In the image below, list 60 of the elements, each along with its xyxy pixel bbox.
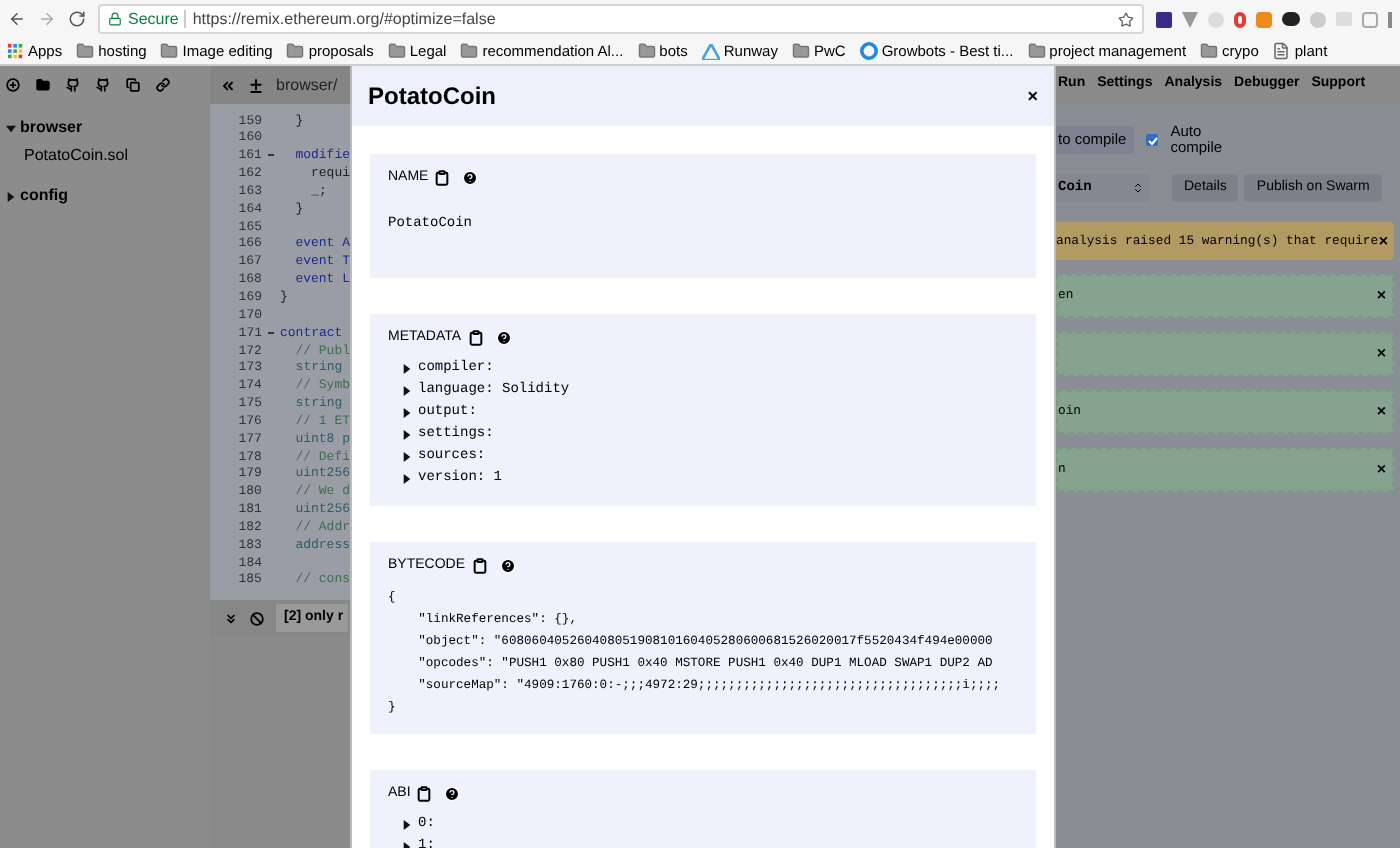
fold-icon[interactable] — [267, 154, 274, 159]
caret-icon[interactable] — [402, 820, 412, 830]
close-button[interactable]: × — [1376, 462, 1386, 478]
close-button[interactable]: × — [1376, 346, 1386, 362]
close-button[interactable]: × — [1376, 404, 1386, 420]
collapse-terminal-icon[interactable] — [224, 611, 238, 625]
editor-tab[interactable]: browser/ — [276, 73, 338, 97]
triangle-icon — [701, 43, 720, 59]
caret-icon[interactable] — [402, 408, 412, 418]
address-bar[interactable]: Secure https://remix.ethereum.org/#optimize=false — [98, 4, 1144, 34]
caret-icon[interactable] — [402, 430, 412, 440]
folder-icon — [160, 42, 179, 60]
folder-label[interactable]: browser — [20, 116, 83, 140]
file-label[interactable]: PotatoCoin.sol — [6, 144, 210, 168]
caret-icon[interactable] — [402, 386, 412, 396]
copy-icon[interactable] — [126, 78, 140, 92]
help-icon[interactable] — [444, 786, 461, 803]
close-button[interactable]: × — [1376, 288, 1386, 304]
folder-icon — [76, 42, 95, 60]
help-icon[interactable] — [462, 170, 479, 187]
auto-compile-checkbox[interactable] — [1146, 134, 1159, 146]
link-icon[interactable] — [156, 78, 170, 92]
folder-label[interactable]: config — [20, 184, 68, 208]
folder-icon — [791, 42, 810, 60]
security-label: Secure — [128, 7, 179, 31]
circle-logo-icon — [859, 42, 878, 60]
caret-icon[interactable] — [402, 452, 412, 462]
copy-icon[interactable] — [434, 170, 451, 187]
add-icon[interactable] — [6, 78, 20, 92]
back-icon[interactable] — [8, 10, 26, 28]
modal-title: PotatoCoin — [368, 80, 496, 114]
page-icon — [1272, 42, 1291, 60]
github-icon[interactable] — [66, 78, 80, 92]
caret-icon[interactable] — [6, 123, 16, 133]
folder-icon — [1027, 42, 1046, 60]
reload-icon[interactable] — [68, 10, 86, 28]
github-icon[interactable] — [96, 78, 110, 92]
caret-icon[interactable] — [402, 474, 412, 484]
close-button[interactable]: × — [1378, 233, 1388, 249]
caret-icon[interactable] — [402, 364, 412, 374]
folder-icon — [637, 42, 656, 60]
folder-icon — [387, 42, 406, 60]
apps-grid-icon — [8, 43, 24, 59]
folder-icon[interactable] — [36, 78, 50, 92]
copy-icon[interactable] — [471, 557, 488, 574]
caret-icon[interactable] — [6, 191, 16, 201]
close-button[interactable]: × — [1027, 87, 1038, 105]
copy-icon[interactable] — [416, 786, 433, 803]
star-icon[interactable] — [1118, 11, 1134, 27]
help-icon[interactable] — [499, 557, 516, 574]
help-icon[interactable] — [495, 330, 512, 347]
url-text: https://remix.ethereum.org/#optimize=false — [192, 7, 496, 31]
fold-icon[interactable] — [268, 331, 274, 336]
lock-icon — [108, 12, 122, 26]
folder-icon — [286, 42, 305, 60]
folder-icon — [1200, 42, 1219, 60]
copy-icon[interactable] — [467, 330, 484, 347]
collapse-icon[interactable] — [220, 77, 236, 93]
folder-icon — [460, 42, 479, 60]
clear-icon[interactable] — [250, 611, 264, 625]
